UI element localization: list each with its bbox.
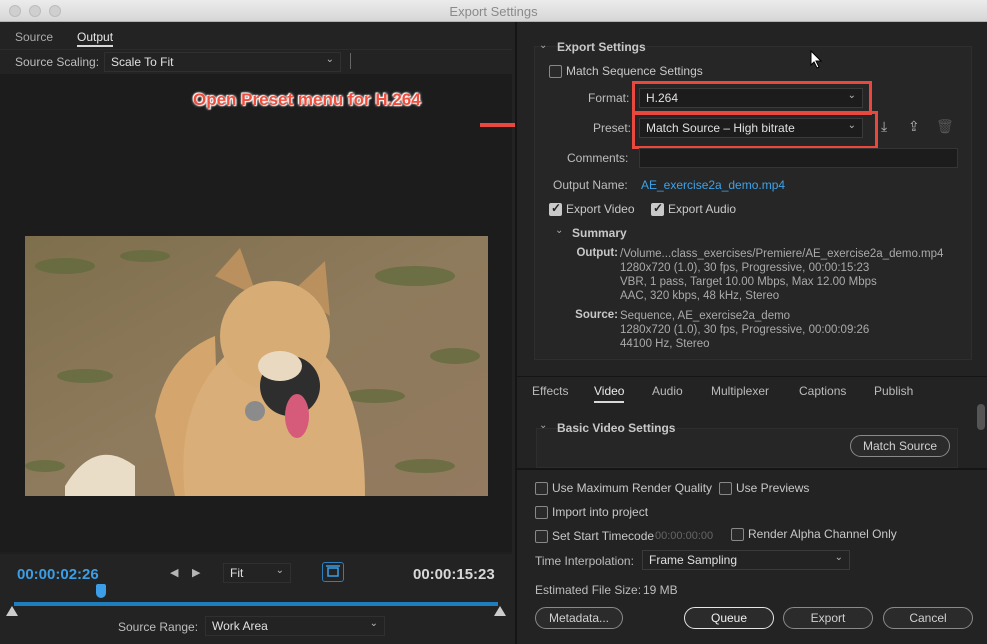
chevron-down-icon: ⌄ [369, 618, 378, 629]
render-alpha-checkbox[interactable] [731, 528, 744, 541]
preset-highlight-box [632, 111, 878, 149]
import-preset-icon[interactable]: ⇪ [908, 118, 920, 135]
time-interpolation-label: Time Interpolation: [535, 554, 634, 568]
divider [517, 468, 987, 470]
chevron-down-icon: ⌄ [275, 565, 284, 576]
crop-icon[interactable] [322, 562, 344, 582]
estimated-size-label: Estimated File Size: [535, 583, 642, 597]
timeline-scrubber-bar[interactable] [14, 602, 498, 606]
tab-multiplexer[interactable]: Multiplexer [711, 384, 769, 398]
settings-panel: ⌄ Export Settings Match Sequence Setting… [515, 22, 987, 644]
max-render-quality-checkbox[interactable] [535, 482, 548, 495]
source-range-label: Source Range: [118, 620, 199, 634]
export-video-checkbox[interactable] [549, 201, 562, 216]
render-alpha-label: Render Alpha Channel Only [748, 527, 897, 541]
set-start-timecode-label: Set Start Timecode [552, 529, 655, 543]
scrollbar-thumb[interactable] [977, 404, 985, 430]
comments-field[interactable] [639, 148, 958, 168]
mouse-cursor-icon [810, 50, 823, 69]
dog-photo [25, 236, 488, 496]
start-timecode-value[interactable]: 00:00:00:00 [655, 530, 713, 542]
current-time[interactable]: 00:00:02:26 [17, 566, 99, 583]
queue-button[interactable]: Queue [684, 607, 774, 629]
source-scaling-value: Scale To Fit [111, 55, 174, 69]
output-name-link[interactable]: AE_exercise2a_demo.mp4 [641, 178, 785, 192]
summary-source-line-3: 44100 Hz, Stereo [620, 338, 710, 350]
step-forward-icon[interactable]: ▶ [192, 566, 200, 579]
summary-title: Summary [572, 226, 627, 240]
format-highlight-box [632, 81, 872, 115]
export-audio-label: Export Audio [668, 202, 737, 216]
basic-video-chevron-icon[interactable]: ⌄ [539, 420, 547, 431]
tab-video[interactable]: Video [594, 384, 625, 403]
cancel-button[interactable]: Cancel [883, 607, 973, 629]
duration-time: 00:00:15:23 [413, 566, 495, 583]
match-sequence-label: Match Sequence Settings [566, 64, 703, 78]
summary-source-key: Source: [575, 309, 618, 321]
export-settings-title: Export Settings [557, 40, 646, 54]
time-interpolation-value: Frame Sampling [649, 553, 738, 567]
summary-output-line-1: /Volume...class_exercises/Premiere/AE_ex… [620, 248, 944, 260]
export-button[interactable]: Export [783, 607, 873, 629]
preview-tabs: Source Output [0, 22, 512, 50]
save-preset-icon[interactable]: ⤓ [881, 118, 887, 135]
max-render-quality-label: Use Maximum Render Quality [552, 481, 713, 495]
summary-output-line-2: 1280x720 (1.0), 30 fps, Progressive, 00:… [620, 262, 870, 274]
metadata-button[interactable]: Metadata... [535, 607, 623, 629]
source-range-dropdown[interactable]: Work Area ⌄ [205, 616, 385, 636]
tab-captions[interactable]: Captions [799, 384, 846, 398]
match-sequence-checkbox[interactable] [549, 65, 562, 78]
out-point-handle[interactable] [494, 606, 506, 616]
summary-source-line-2: 1280x720 (1.0), 30 fps, Progressive, 00:… [620, 324, 870, 336]
title-bar: Export Settings [0, 0, 987, 22]
video-preview [0, 74, 512, 552]
zoom-dropdown[interactable]: Fit ⌄ [223, 563, 291, 583]
tab-effects[interactable]: Effects [532, 384, 568, 398]
use-previews-label: Use Previews [736, 481, 810, 495]
summary-output-key: Output: [576, 247, 618, 259]
basic-video-settings-title: Basic Video Settings [557, 421, 676, 435]
output-name-label: Output Name: [553, 178, 628, 192]
estimated-size-value: 19 MB [643, 583, 678, 597]
summary-chevron-icon[interactable]: ⌄ [555, 225, 563, 236]
summary-source-line-1: Sequence, AE_exercise2a_demo [620, 310, 791, 322]
preset-label: Preset: [593, 121, 632, 135]
source-scaling-label: Source Scaling: [15, 55, 100, 69]
comments-label: Comments: [567, 151, 629, 165]
preview-panel: Source Output Source Scaling: Scale To F… [0, 22, 512, 644]
chevron-down-icon: ⌄ [325, 54, 334, 65]
zoom-value: Fit [230, 566, 244, 580]
source-scaling-dropdown[interactable]: Scale To Fit ⌄ [104, 52, 341, 72]
step-back-icon[interactable]: ◀ [170, 566, 178, 579]
window-title: Export Settings [449, 4, 538, 19]
tab-source[interactable]: Source [15, 30, 53, 44]
summary-output-line-4: AAC, 320 kbps, 48 kHz, Stereo [620, 290, 780, 302]
import-into-project-label: Import into project [552, 505, 649, 519]
source-range-value: Work Area [212, 619, 268, 633]
video-frame-dog-image [25, 236, 488, 496]
chevron-down-icon: ⌄ [834, 552, 843, 563]
format-label: Format: [588, 91, 630, 105]
summary-output-line-3: VBR, 1 pass, Target 10.00 Mbps, Max 12.0… [620, 276, 877, 288]
playhead-marker[interactable] [96, 584, 107, 598]
export-video-label: Export Video [566, 202, 635, 216]
collapse-chevron-icon[interactable]: ⌄ [539, 40, 547, 51]
match-source-button[interactable]: Match Source [850, 435, 950, 457]
annotation-text: Open Preset menu for H.264 [193, 90, 421, 109]
use-previews-checkbox[interactable] [719, 482, 732, 495]
delete-preset-icon[interactable]: 🗑 [936, 118, 954, 135]
time-interpolation-dropdown[interactable]: Frame Sampling ⌄ [642, 550, 850, 570]
set-start-timecode-checkbox[interactable] [535, 530, 548, 543]
in-point-handle[interactable] [6, 606, 18, 616]
tab-publish[interactable]: Publish [874, 384, 913, 398]
divider [350, 53, 351, 69]
tab-output[interactable]: Output [77, 30, 114, 47]
source-scaling-row: Source Scaling: Scale To Fit ⌄ [0, 50, 512, 74]
export-audio-checkbox[interactable] [651, 201, 664, 216]
tab-audio[interactable]: Audio [652, 384, 683, 398]
import-into-project-checkbox[interactable] [535, 506, 548, 519]
